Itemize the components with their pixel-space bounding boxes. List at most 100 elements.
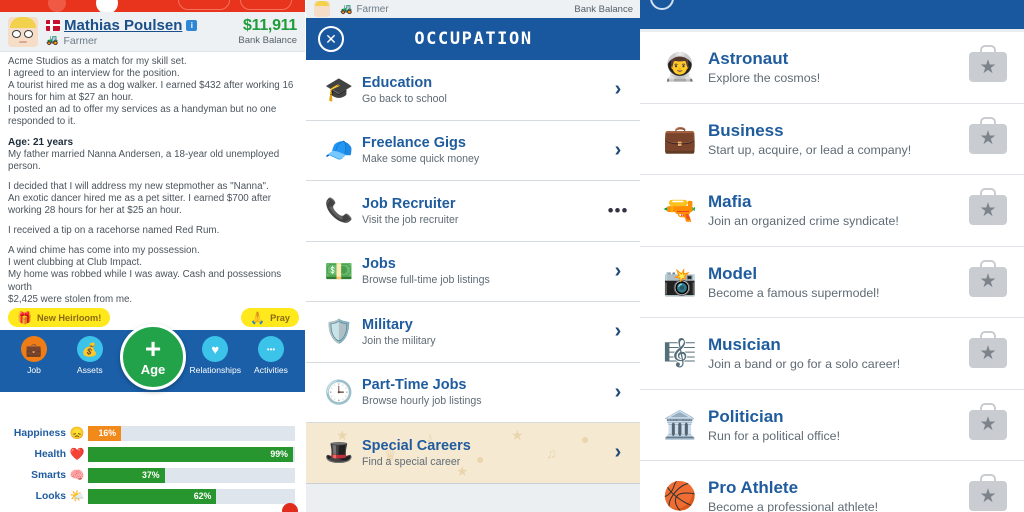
special-career-badge: ★: [964, 116, 1012, 154]
special-career-name: Musician: [708, 335, 781, 355]
bank-balance-block: $11,911 Bank Balance: [238, 17, 297, 46]
nav-item-label: Job: [27, 365, 41, 375]
log-gap: [8, 237, 297, 245]
pistol-icon: 🔫: [663, 195, 697, 226]
life-log[interactable]: Acme Studios as a match for my skill set…: [0, 52, 305, 304]
stat-track: 16%: [88, 425, 295, 441]
bank-balance-label: Bank Balance: [238, 35, 297, 46]
stat-percent: 62%: [193, 491, 212, 501]
special-career-item-musician[interactable]: 🎼 Musician Join a band or go for a solo ca…: [640, 318, 1024, 390]
stat-track: 62%: [88, 488, 295, 504]
age-button[interactable]: + Age: [120, 324, 186, 390]
occupation-item-subtitle: Browse hourly job listings: [362, 395, 482, 408]
special-career-item-pro-athlete[interactable]: 🏀 Pro Athlete Become a professional athlet…: [640, 461, 1024, 512]
chevron-right-icon[interactable]: ›: [605, 260, 631, 283]
topbar-avatar[interactable]: [314, 1, 330, 17]
special-career-item-model[interactable]: 📸 Model Become a famous supermodel! ★: [640, 246, 1024, 318]
chevron-right-icon[interactable]: ›: [605, 381, 631, 404]
chevron-right-icon[interactable]: ›: [605, 441, 631, 464]
stat-percent: 99%: [270, 449, 288, 459]
basketball-icon: 🏀: [663, 481, 697, 512]
new-heirloom-button[interactable]: 🎁 New Heirloom!: [8, 308, 111, 327]
occupation-item-special-careers[interactable]: ★ ♛ ♪ ● ★ ♫ ● ★ 🎩 Special Careers Find a special c…: [306, 423, 640, 484]
topbar-job: 🚜 Farmer: [340, 4, 389, 15]
praying-hands-icon: 🙏: [250, 310, 266, 325]
occupation-item-job-recruiter[interactable]: 📞 Job Recruiter Visit the job recruiter •••: [306, 181, 640, 242]
nav-item-assets[interactable]: 💰 Assets: [66, 336, 114, 375]
nav-item-activities[interactable]: ••• Activities: [247, 336, 295, 375]
occupation-item-freelance-gigs[interactable]: 🧢 Freelance Gigs Make some quick money ›: [306, 120, 640, 181]
chevron-right-icon[interactable]: ›: [605, 320, 631, 343]
special-career-item-astronaut[interactable]: 👨‍🚀 Astronaut Explore the cosmos! ★: [640, 32, 1024, 104]
special-career-badge: ★: [964, 188, 1012, 226]
nav-item-relationships[interactable]: ♥ Relationships: [189, 336, 242, 375]
log-line: $2,425 were stolen from me.: [8, 293, 133, 304]
briefcase-handle: [980, 188, 996, 199]
special-career-text: Astronaut Explore the cosmos!: [708, 49, 964, 85]
special-career-item-mafia[interactable]: 🔫 Mafia Join an organized crime syndicate!…: [640, 175, 1024, 247]
nav-item-label: Activities: [254, 365, 288, 375]
special-career-subtitle: Join an organized crime syndicate!: [708, 214, 899, 229]
life-panel: Mathias Poulsen i 🚜 Farmer $11,911 Bank …: [0, 0, 305, 512]
stat-fill: 99%: [88, 446, 293, 462]
info-icon[interactable]: i: [186, 19, 198, 31]
stat-label: Health: [34, 448, 66, 460]
occupation-item-military[interactable]: 🛡️ Military Join the military ›: [306, 302, 640, 363]
close-icon[interactable]: [650, 0, 674, 10]
log-line: I received a tip on a racehorse named Re…: [8, 225, 220, 237]
chevron-right-icon[interactable]: ›: [605, 78, 631, 101]
heart-icon: ♥: [202, 336, 229, 362]
locked-briefcase-star-icon: ★: [969, 45, 1007, 83]
nav-item-label: Assets: [76, 365, 103, 375]
astronaut-helmet-icon: 👨‍🚀: [663, 52, 697, 83]
profile-header[interactable]: Mathias Poulsen i 🚜 Farmer $11,911 Bank …: [0, 12, 305, 52]
special-career-item-politician[interactable]: 🏛️ Politician Run for a political office! ★: [640, 389, 1024, 461]
special-career-name: Politician: [708, 406, 784, 426]
log-line: A wind chime has come into my possession…: [8, 245, 200, 257]
briefcase-icon: 💼: [663, 123, 697, 154]
occupation-item-name: Special Careers: [362, 437, 471, 454]
pray-button[interactable]: 🙏 Pray: [241, 308, 299, 327]
occupation-item-name: Education: [362, 74, 433, 91]
log-gap: [8, 129, 297, 137]
occupation-item-part-time-jobs[interactable]: 🕒 Part-Time Jobs Browse hourly job listing…: [306, 362, 640, 423]
special-career-name: Model: [708, 263, 758, 283]
camera-flash-icon: 📸: [663, 266, 697, 297]
stat-row-looks: Looks 🌤️ 62%: [4, 487, 295, 505]
more-options-icon[interactable]: •••: [605, 201, 631, 221]
stat-fill: 62%: [88, 488, 217, 504]
briefcase-handle: [980, 331, 996, 342]
special-career-badge: ★: [964, 45, 1012, 83]
avatar[interactable]: [8, 16, 38, 47]
log-line: I agreed to an interview for the positio…: [8, 68, 180, 80]
player-name[interactable]: Mathias Poulsen: [64, 17, 182, 34]
close-icon[interactable]: ✕: [318, 26, 344, 52]
nav-item-job[interactable]: 💼 Job: [10, 336, 58, 375]
log-line: I posted an ad to offer my services as a…: [8, 104, 277, 116]
pill-label: New Heirloom!: [36, 312, 102, 323]
profile-job-row: 🚜 Farmer: [46, 35, 238, 47]
log-gap: [8, 173, 297, 181]
log-line: My father married Nanna Andersen, a 18-y…: [8, 148, 280, 160]
occupation-item-text: Freelance Gigs Make some quick money: [362, 135, 605, 165]
nav-item-label: Relationships: [189, 365, 242, 375]
ellipsis-icon: •••: [258, 336, 284, 362]
special-career-subtitle: Join a band or go for a solo career!: [708, 357, 901, 372]
log-line: I went clubbing at Club Impact.: [8, 257, 142, 269]
occupation-item-jobs[interactable]: 💵 Jobs Browse full-time job listings ›: [306, 241, 640, 302]
log-line: responded to it.: [8, 116, 76, 128]
special-career-name: Business: [708, 120, 784, 140]
briefcase-handle: [980, 474, 996, 485]
occupation-item-subtitle: Make some quick money: [362, 153, 480, 166]
special-career-item-business[interactable]: 💼 Business Start up, acquire, or lead a co…: [640, 103, 1024, 175]
log-line: working 28 hours for her at $25 an hour.: [8, 205, 182, 217]
locked-briefcase-star-icon: ★: [969, 474, 1007, 512]
occupation-header: ✕ OCCUPATION: [306, 18, 640, 60]
occupation-item-education[interactable]: 🎓 Education Go back to school ›: [306, 60, 640, 121]
special-career-badge: ★: [964, 259, 1012, 297]
log-line: person.: [8, 160, 41, 172]
chevron-right-icon[interactable]: ›: [605, 139, 631, 162]
occupation-item-subtitle: Join the military: [362, 334, 436, 347]
stat-label: Smarts: [31, 469, 66, 481]
special-career-subtitle: Start up, acquire, or lead a company!: [708, 142, 912, 157]
